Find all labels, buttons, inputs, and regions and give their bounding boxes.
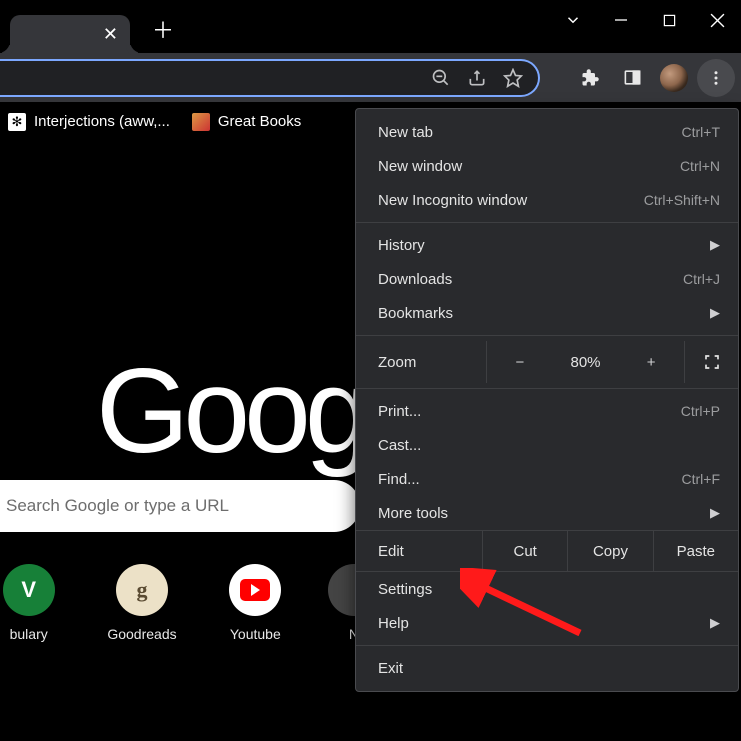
menu-label: Zoom: [356, 354, 486, 371]
menu-item-print[interactable]: Print... Ctrl+P: [356, 394, 738, 428]
menu-label: Help: [378, 615, 409, 632]
fullscreen-button[interactable]: [684, 341, 738, 383]
chrome-menu-button[interactable]: [697, 59, 735, 97]
active-tab[interactable]: ✕: [10, 15, 130, 53]
star-icon[interactable]: [502, 67, 524, 89]
maximize-button[interactable]: [645, 0, 693, 40]
menu-label: Find...: [378, 471, 420, 488]
menu-separator: [356, 645, 738, 646]
chevron-right-icon: ▶: [710, 505, 720, 521]
window-controls: [549, 0, 741, 40]
profile-button[interactable]: [655, 59, 693, 97]
extensions-button[interactable]: [571, 59, 609, 97]
menu-item-downloads[interactable]: Downloads Ctrl+J: [356, 262, 738, 296]
menu-label: New window: [378, 158, 462, 175]
menu-item-new-window[interactable]: New window Ctrl+N: [356, 149, 738, 183]
omnibox[interactable]: [0, 59, 540, 97]
shortcut-text: Ctrl+P: [681, 403, 720, 419]
zoom-out-button[interactable]: −: [487, 341, 553, 383]
bookmark-label: Interjections (aww,...: [34, 113, 170, 130]
shortcut-label: Youtube: [230, 626, 281, 642]
side-panel-button[interactable]: [613, 59, 651, 97]
shortcut-icon: g: [116, 564, 168, 616]
shortcut-tile[interactable]: Youtube: [221, 564, 290, 642]
menu-item-zoom: Zoom − 80% +: [356, 341, 738, 383]
minimize-button[interactable]: [597, 0, 645, 40]
titlebar: ✕ ＋: [0, 0, 741, 53]
zoom-in-button[interactable]: +: [618, 341, 684, 383]
shortcut-text: Ctrl+N: [680, 158, 720, 174]
shortcut-text: Ctrl+F: [682, 471, 721, 487]
cut-button[interactable]: Cut: [482, 531, 567, 571]
menu-label: Edit: [356, 543, 482, 560]
search-placeholder: Search Google or type a URL: [6, 496, 229, 516]
shortcut-icon: V: [3, 564, 55, 616]
chevron-right-icon: ▶: [710, 305, 720, 321]
bookmark-item[interactable]: Great Books: [192, 113, 301, 131]
menu-label: History: [378, 237, 425, 254]
menu-item-cast[interactable]: Cast...: [356, 428, 738, 462]
menu-label: More tools: [378, 505, 448, 522]
menu-separator: [356, 222, 738, 223]
shortcut-text: Ctrl+J: [683, 271, 720, 287]
menu-item-find[interactable]: Find... Ctrl+F: [356, 462, 738, 496]
paste-button[interactable]: Paste: [653, 531, 738, 571]
bookmark-favicon: [192, 113, 210, 131]
menu-item-history[interactable]: History ▶: [356, 228, 738, 262]
share-icon[interactable]: [466, 67, 488, 89]
google-logo: Goog: [96, 342, 366, 480]
menu-label: Cast...: [378, 437, 421, 454]
menu-item-help[interactable]: Help ▶: [356, 606, 738, 640]
menu-item-bookmarks[interactable]: Bookmarks ▶: [356, 296, 738, 330]
menu-label: New tab: [378, 124, 433, 141]
shortcut-label: bulary: [10, 626, 48, 642]
menu-item-new-tab[interactable]: New tab Ctrl+T: [356, 115, 738, 149]
close-window-button[interactable]: [693, 0, 741, 40]
menu-item-more-tools[interactable]: More tools ▶: [356, 496, 738, 530]
bookmark-favicon: ✻: [8, 113, 26, 131]
shortcut-tile[interactable]: V bulary: [0, 564, 63, 642]
chevron-right-icon: ▶: [710, 237, 720, 253]
search-input[interactable]: Search Google or type a URL: [0, 480, 360, 532]
chevron-right-icon: ▶: [710, 615, 720, 631]
menu-label: Settings: [378, 581, 432, 598]
menu-label: Downloads: [378, 271, 452, 288]
shortcut-icon: [229, 564, 281, 616]
shortcut-tile[interactable]: g Goodreads: [107, 564, 176, 642]
tab-strip: ✕ ＋: [0, 0, 174, 53]
menu-separator: [356, 335, 738, 336]
toolbar: [0, 53, 741, 102]
close-icon[interactable]: ✕: [103, 25, 118, 43]
zoom-value: 80%: [553, 341, 619, 383]
menu-separator: [356, 388, 738, 389]
menu-label: New Incognito window: [378, 192, 527, 209]
new-tab-button[interactable]: ＋: [152, 20, 174, 42]
tab-search-button[interactable]: [549, 0, 597, 40]
zoom-out-icon[interactable]: [430, 67, 452, 89]
copy-button[interactable]: Copy: [567, 531, 652, 571]
menu-item-settings[interactable]: Settings: [356, 572, 738, 606]
menu-label: Exit: [378, 660, 403, 677]
menu-item-exit[interactable]: Exit: [356, 651, 738, 685]
bookmark-item[interactable]: ✻ Interjections (aww,...: [8, 113, 170, 131]
shortcut-text: Ctrl+Shift+N: [644, 192, 720, 208]
shortcut-label: Goodreads: [107, 626, 176, 642]
avatar: [660, 64, 688, 92]
shortcut-text: Ctrl+T: [682, 124, 721, 140]
bookmark-label: Great Books: [218, 113, 301, 130]
menu-label: Print...: [378, 403, 421, 420]
chrome-menu: New tab Ctrl+T New window Ctrl+N New Inc…: [355, 108, 739, 692]
menu-item-edit: Edit Cut Copy Paste: [356, 530, 738, 572]
menu-item-incognito[interactable]: New Incognito window Ctrl+Shift+N: [356, 183, 738, 217]
menu-label: Bookmarks: [378, 305, 453, 322]
shortcuts-row: V bulary g Goodreads Youtube N: [0, 564, 374, 642]
